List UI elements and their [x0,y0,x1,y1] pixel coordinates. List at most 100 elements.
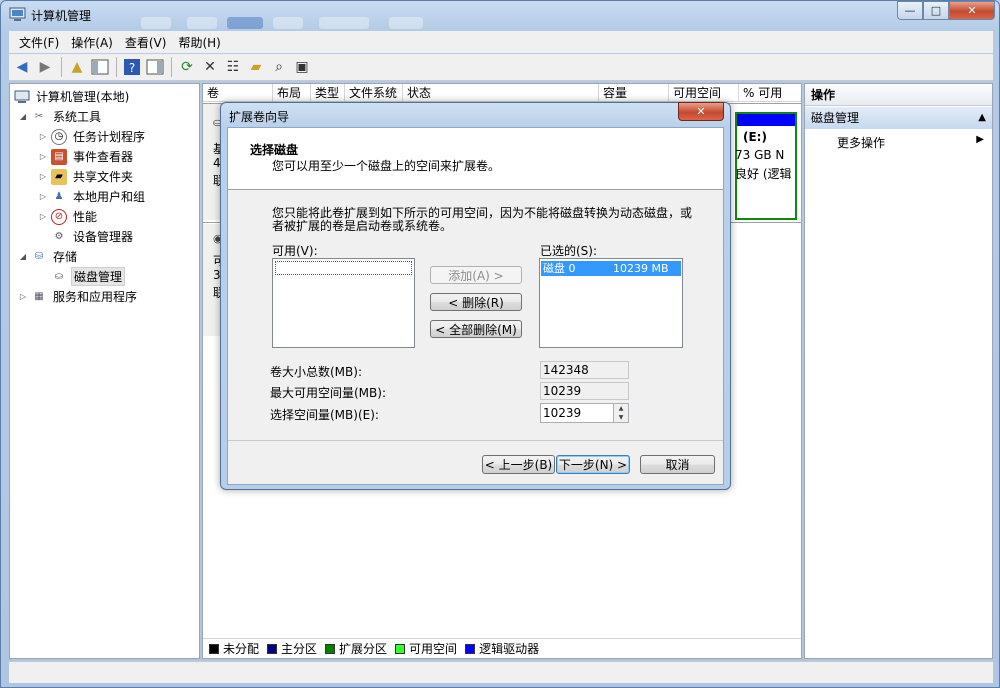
title-decoration [273,17,303,29]
menu-help[interactable]: 帮助(H) [172,34,226,51]
delete-icon[interactable]: ✕ [199,56,221,78]
collapse-arrow-icon[interactable]: ◢ [18,252,28,261]
clock-icon: ◷ [51,128,67,145]
tree-item-system-tools[interactable]: ◢ ✂ 系统工具 [18,107,103,126]
tools-icon: ✂ [34,111,44,122]
column-header[interactable]: % 可用 [739,84,799,101]
expand-arrow-icon[interactable]: ▷ [18,292,28,301]
next-button[interactable]: 下一步(N) > [556,455,630,474]
legend-swatch [465,643,476,654]
event-log-icon: ▤ [51,148,67,165]
back-arrow-icon[interactable]: ◀ [11,56,33,78]
legend-label: 未分配 [223,642,260,656]
partition-legend: 未分配 主分区 扩展分区 可用空间 逻辑驱动器 [203,638,801,658]
collapse-up-icon[interactable]: ▲ [978,107,986,129]
toolbar-separator [171,57,172,77]
performance-icon: ⊘ [51,208,67,225]
menu-action[interactable]: 操作(A) [65,34,119,51]
tree-item-event-viewer[interactable]: ▷ ▤ 事件查看器 [38,147,135,166]
available-disks-list[interactable] [272,258,415,348]
legend-swatch [267,643,278,654]
legend-item: 扩展分区 [325,640,387,657]
legend-item: 主分区 [267,640,317,657]
available-label: 可用(V): [272,244,318,258]
selected-disk-size: 10239 MB [613,262,669,275]
title-decoration [319,17,369,29]
wizard-page-title: 选择磁盘 [250,143,299,157]
caption-buttons: — □ ✕ [897,1,995,21]
wizard-close-button[interactable]: ✕ [678,102,724,121]
legend-item: 可用空间 [395,640,457,657]
expand-arrow-icon[interactable]: ▷ [38,192,48,201]
spin-down-icon[interactable]: ▼ [614,413,628,422]
expand-arrow-icon[interactable]: ▷ [38,132,48,141]
tree-item-local-users[interactable]: ▷ ♟ 本地用户和组 [38,187,147,206]
actions-section-disk-management[interactable]: 磁盘管理 ▲ [805,107,992,129]
column-header[interactable]: 类型 [311,84,345,101]
open-folder-icon[interactable]: ▰ [245,56,267,78]
partition-e-size: 73 GB N [735,148,785,162]
wizard-body: 选择磁盘 您可以用至少一个磁盘上的空间来扩展卷。 您只能将此卷扩展到如下所示的可… [227,127,724,485]
forward-arrow-icon[interactable]: ▶ [34,56,56,78]
add-button[interactable]: 添加(A) > [430,266,522,284]
cancel-button[interactable]: 取消 [640,455,715,474]
refresh-icon[interactable]: ⟳ [176,56,198,78]
partition-e[interactable]: (E:) 73 GB N 良好 (逻辑 [735,112,797,220]
remove-button[interactable]: < 删除(R) [430,293,522,311]
actions-pane: 操作 磁盘管理 ▲ 更多操作 ▶ [804,83,993,659]
partition-e-status: 良好 (逻辑 [735,167,792,181]
action-more-actions[interactable]: 更多操作 ▶ [805,131,992,151]
back-button[interactable]: < 上一步(B) [482,455,555,474]
services-icon: ▦ [34,291,44,302]
spin-up-icon[interactable]: ▲ [614,404,628,413]
shared-folder-icon: ▰ [51,168,67,185]
device-manager-icon: ⚙ [54,231,64,242]
tree-label: 磁盘管理 [71,267,126,286]
expand-arrow-icon[interactable]: ▷ [38,172,48,181]
navigation-tree: 计算机管理(本地) ◢ ✂ 系统工具 ▷ ◷ 任务计划程序 ▷ ▤ 事件查看器 … [9,83,200,659]
selected-disks-list[interactable]: 磁盘 0 10239 MB [539,258,683,348]
tree-label: 系统工具 [53,110,102,124]
minimize-button[interactable]: — [897,1,923,20]
expand-arrow-icon[interactable]: ▷ [38,212,48,221]
remove-all-button[interactable]: < 全部删除(M) [430,320,522,338]
disk-properties-icon[interactable]: ▣ [291,56,313,78]
focus-rect [275,261,412,275]
tree-item-services[interactable]: ▷ ▦ 服务和应用程序 [18,287,139,306]
tree-item-task-scheduler[interactable]: ▷ ◷ 任务计划程序 [38,127,147,146]
select-space-input[interactable]: 10239 [540,403,614,423]
menu-view[interactable]: 查看(V) [119,34,173,51]
properties-icon[interactable]: ☷ [222,56,244,78]
column-header[interactable]: 状态 [403,84,599,101]
space-spinner[interactable]: ▲ ▼ [613,403,629,423]
disk-icon: ⛀ [54,271,64,282]
tree-item-root[interactable]: 计算机管理(本地) [14,87,131,106]
column-header[interactable]: 布局 [273,84,311,101]
expand-arrow-icon[interactable]: ▷ [38,152,48,161]
show-hide-action-pane-icon[interactable] [144,56,166,78]
tree-label: 计算机管理(本地) [36,90,130,104]
tree-item-storage[interactable]: ◢ ⛁ 存储 [18,247,79,266]
tree-item-shared-folders[interactable]: ▷ ▰ 共享文件夹 [38,167,135,186]
up-folder-icon[interactable]: ▲ [66,56,88,78]
storage-icon: ⛁ [34,251,44,262]
wizard-page-subtitle: 您可以用至少一个磁盘上的空间来扩展卷。 [272,159,501,173]
show-hide-tree-icon[interactable] [89,56,111,78]
maximize-button[interactable]: □ [923,1,949,20]
title-bar[interactable]: 计算机管理 — □ ✕ [1,1,999,29]
column-header[interactable]: 文件系统 [345,84,403,101]
column-header[interactable]: 卷 [203,84,273,101]
menu-file[interactable]: 文件(F) [13,34,65,51]
tree-item-disk-management[interactable]: ⛀ 磁盘管理 [51,267,126,286]
toolbar: ◀ ▶ ▲ ? ⟳ ✕ ☷ ▰ ⌕ ▣ [9,54,993,81]
column-header[interactable]: 可用空间 [669,84,739,101]
tree-label: 事件查看器 [73,150,134,164]
collapse-arrow-icon[interactable]: ◢ [18,112,28,121]
search-icon[interactable]: ⌕ [268,56,290,78]
column-header[interactable]: 容量 [599,84,669,101]
tree-item-performance[interactable]: ▷ ⊘ 性能 [38,207,99,226]
selected-disk-item[interactable]: 磁盘 0 10239 MB [541,261,681,276]
help-icon[interactable]: ? [121,56,143,78]
tree-item-device-manager[interactable]: ⚙ 设备管理器 [51,227,135,246]
close-button[interactable]: ✕ [949,1,995,20]
